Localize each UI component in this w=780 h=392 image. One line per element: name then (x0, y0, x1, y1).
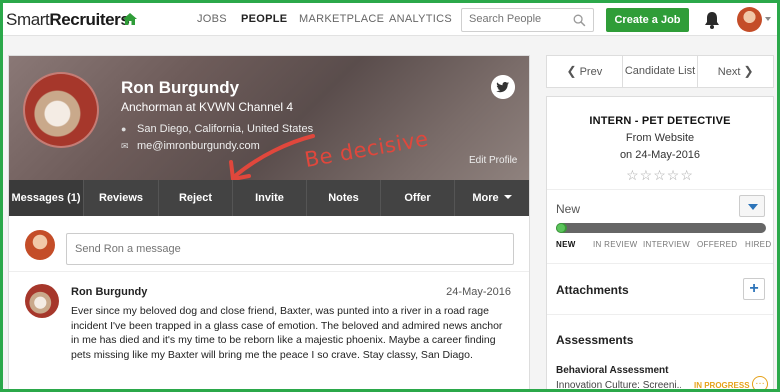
caret-down-icon (748, 204, 758, 210)
tab-notes[interactable]: Notes (307, 180, 381, 216)
my-avatar (25, 230, 55, 260)
candidate-card: Ron Burgundy Anchorman at KVWN Channel 4… (8, 55, 530, 389)
tab-invite[interactable]: Invite (233, 180, 307, 216)
tab-messages[interactable]: Messages (1) (9, 180, 84, 216)
logo[interactable]: SmartRecruiters (6, 10, 130, 30)
chevron-left-icon: ❮ (566, 64, 577, 78)
message-item: Ron Burgundy 24-May-2016 Ever since my b… (9, 272, 529, 389)
tab-reject[interactable]: Reject (159, 180, 233, 216)
next-label: Next (717, 66, 741, 78)
step-interview[interactable]: INTERVIEW (643, 240, 690, 249)
message-date: 24-May-2016 (446, 286, 511, 298)
candidate-list-dropdown[interactable]: Candidate List ▼ (623, 56, 699, 107)
search-icon[interactable] (573, 14, 586, 27)
message-composer (9, 216, 529, 272)
job-date: on 24-May-2016 (619, 149, 701, 161)
prev-label: Prev (579, 66, 603, 78)
job-panel: INTERN - PET DETECTIVE From Website on 2… (546, 96, 774, 389)
current-stage: New (556, 202, 581, 216)
chevron-right-icon: ❯ (743, 64, 754, 78)
tab-more-label: More (472, 192, 499, 204)
chevron-down-icon (503, 195, 512, 199)
divider (547, 189, 773, 190)
tab-more[interactable]: More (455, 180, 529, 216)
candidate-list-label: Candidate List (624, 65, 696, 77)
top-nav: SmartRecruiters JOBS PEOPLE MARKETPLACE … (3, 3, 777, 36)
next-button[interactable]: Next ❯ (698, 56, 773, 87)
rating-stars[interactable]: ☆☆☆☆☆ (547, 167, 773, 184)
twitter-icon[interactable] (491, 75, 515, 99)
nav-analytics[interactable]: ANALYTICS (389, 13, 452, 25)
home-icon[interactable] (122, 11, 138, 27)
step-hired[interactable]: HIRED (745, 240, 771, 249)
logo-text-recruiters: Recruiters (49, 10, 130, 29)
nav-marketplace[interactable]: MARKETPLACE (299, 13, 384, 25)
assessments-title: Assessments (556, 333, 634, 347)
envelope-icon: ✉ (121, 141, 129, 151)
prev-button[interactable]: ❮ Prev (547, 56, 623, 87)
job-title[interactable]: INTERN - PET DETECTIVE (547, 115, 773, 127)
candidate-avatar (23, 72, 99, 148)
chevron-down-icon[interactable] (765, 17, 771, 21)
divider (547, 314, 773, 315)
message-input[interactable] (66, 233, 514, 265)
step-new[interactable]: NEW (556, 240, 576, 249)
star-icon[interactable]: ☆ (626, 167, 640, 183)
star-icon[interactable]: ☆ (653, 167, 667, 183)
bell-icon[interactable] (703, 10, 721, 30)
search-box[interactable] (461, 8, 594, 32)
tab-reviews[interactable]: Reviews (84, 180, 159, 216)
step-in-review[interactable]: IN REVIEW (593, 240, 637, 249)
star-icon[interactable]: ☆ (680, 167, 694, 183)
action-tabs: Messages (1) Reviews Reject Invite Notes… (9, 180, 529, 216)
author-avatar (25, 284, 59, 318)
add-attachment-button[interactable]: + (743, 278, 765, 300)
location-pin-icon: ● (121, 124, 127, 134)
user-avatar[interactable] (737, 7, 762, 32)
logo-text-smart: Smart (6, 10, 50, 29)
annotation-arrow (229, 134, 315, 181)
more-options-icon[interactable]: … (752, 376, 768, 389)
edit-profile-link[interactable]: Edit Profile (469, 155, 517, 166)
candidate-name: Ron Burgundy (121, 78, 240, 97)
pipeline-marker (557, 224, 565, 232)
search-input[interactable] (469, 13, 569, 25)
pipeline-bar (556, 223, 766, 233)
star-icon[interactable]: ☆ (640, 167, 654, 183)
job-source: From Website (625, 132, 695, 144)
message-body: Ever since my beloved dog and close frie… (71, 305, 503, 361)
attachments-title: Attachments (556, 283, 629, 297)
assessment-subtitle: Innovation Culture: Screeni... (556, 380, 681, 389)
assessment-name[interactable]: Behavioral Assessment (556, 365, 668, 376)
divider (547, 263, 773, 264)
app-window: SmartRecruiters JOBS PEOPLE MARKETPLACE … (3, 3, 777, 389)
candidate-title: Anchorman at KVWN Channel 4 (121, 100, 294, 114)
nav-jobs[interactable]: JOBS (197, 13, 227, 25)
tab-offer[interactable]: Offer (381, 180, 455, 216)
nav-people[interactable]: PEOPLE (241, 13, 287, 25)
message-author: Ron Burgundy (71, 286, 148, 298)
create-job-button[interactable]: Create a Job (606, 8, 689, 32)
candidate-pager: ❮ Prev Candidate List ▼ Next ❯ (546, 55, 774, 107)
stage-dropdown-button[interactable] (739, 195, 765, 217)
assessment-status: IN PROGRESS (694, 381, 750, 389)
step-offered[interactable]: OFFERED (697, 240, 737, 249)
pipeline-steps: NEW IN REVIEW INTERVIEW OFFERED HIRED (556, 240, 771, 252)
star-icon[interactable]: ☆ (667, 167, 681, 183)
